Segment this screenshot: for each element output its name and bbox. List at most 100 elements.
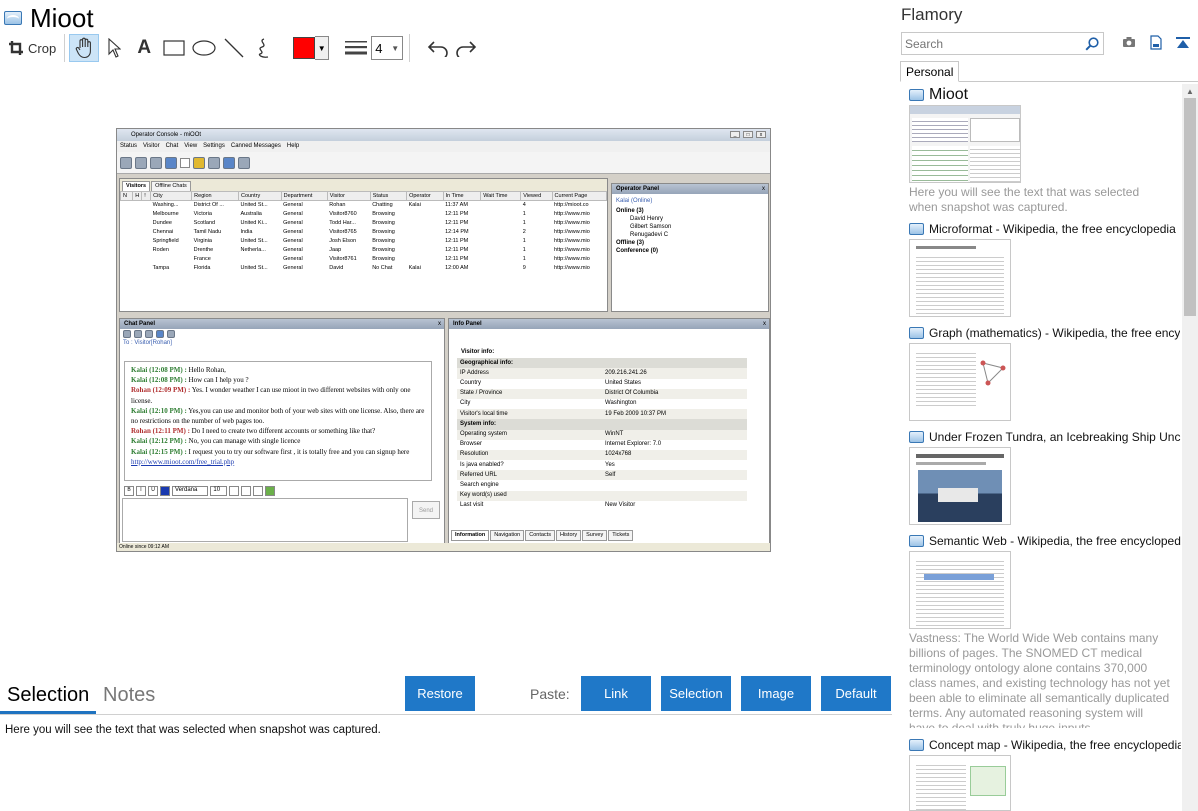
smiley-icon [229, 486, 240, 496]
table-cell: http://www.mio [554, 228, 590, 235]
table-cell [481, 201, 521, 210]
webpage-icon [909, 89, 924, 101]
list-item[interactable]: Semantic Web - Wikipedia, the free encyc… [909, 533, 1181, 728]
oc-window-title-text: Operator Console - miOOt [131, 132, 202, 138]
list-item[interactable]: Mioot Here you will see the text that wa… [909, 87, 1181, 215]
thumb-text [916, 762, 966, 810]
tool-icon [253, 486, 264, 496]
tool-icon [265, 486, 276, 496]
divider [0, 714, 892, 715]
oc-menu-item: Help [286, 143, 300, 149]
ellipse-icon [192, 40, 216, 56]
table-cell: 1 [522, 246, 526, 253]
table-cell: 1 [522, 255, 526, 262]
undo-button[interactable] [424, 34, 452, 62]
annotation-toolbar: Crop A ▼ 4 ▼ [4, 33, 480, 63]
rectangle-tool-button[interactable] [159, 34, 189, 62]
list-item-header: Microformat - Wikipedia, the free encycl… [909, 221, 1181, 237]
table-cell: General [283, 246, 303, 253]
select-tool-button[interactable] [99, 34, 129, 62]
scroll-up-icon[interactable]: ▲ [1186, 87, 1194, 96]
table-row: State / Province District Of Columbia [457, 388, 747, 399]
tab-notes[interactable]: Notes [103, 684, 155, 707]
webpage-icon [909, 223, 924, 235]
info-key: Country [460, 380, 482, 387]
oc-window-buttons: _ □ x [730, 131, 766, 138]
chat-line: Rohan (12:09 PM) : Yes. I wonder weather… [131, 385, 425, 405]
table-cell: http://www.mio [554, 246, 590, 253]
info-key: Last visit [460, 502, 484, 509]
table-cell [142, 201, 151, 210]
paste-image-button[interactable]: Image [741, 676, 811, 711]
paste-default-button[interactable]: Default [821, 676, 891, 711]
table-cell: Visitor8761 [329, 255, 357, 262]
redo-icon [456, 41, 477, 57]
search-box[interactable] [901, 32, 1104, 55]
document-icon[interactable] [1150, 35, 1162, 50]
tab-personal[interactable]: Personal [900, 61, 959, 82]
tab-selection[interactable]: Selection [7, 684, 89, 707]
table-cell [121, 201, 133, 210]
table-row: Country United States [457, 379, 747, 389]
info-key: Search engine [460, 481, 499, 488]
list-item[interactable]: Concept map - Wikipedia, the free encycl… [909, 737, 1181, 811]
list-item[interactable]: Graph (mathematics) - Wikipedia, the fre… [909, 325, 1181, 421]
save-icon [156, 330, 164, 338]
table-cell [407, 255, 444, 264]
editor-pane: Mioot Crop A ▼ 4 ▼ Operator Console - mi… [0, 0, 892, 811]
info-value: WinNT [602, 429, 747, 440]
crop-button[interactable]: Crop [4, 34, 60, 62]
paste-selection-button[interactable]: Selection [661, 676, 731, 711]
table-cell [481, 237, 521, 246]
oc-column-header: Country [237, 191, 282, 201]
table-cell [142, 219, 151, 228]
table-cell: 1 [522, 219, 526, 226]
table-cell: General [283, 255, 303, 262]
line-width-select[interactable]: 4 ▼ [371, 36, 404, 60]
table-cell: David [329, 264, 344, 271]
oc-column-header: Operator [406, 191, 444, 201]
restore-button[interactable]: Restore [405, 676, 475, 711]
color-dropdown-button[interactable]: ▼ [315, 36, 330, 60]
color-swatch[interactable] [293, 37, 316, 59]
hand-tool-button[interactable] [69, 34, 100, 62]
list-item-header: Graph (mathematics) - Wikipedia, the fre… [909, 325, 1181, 341]
line-tool-button[interactable] [219, 34, 249, 62]
table-cell: http://www.mio [554, 219, 590, 226]
table-cell [142, 237, 151, 246]
collapse-top-icon[interactable] [1175, 36, 1191, 50]
line-width-icon [343, 34, 369, 62]
ellipse-tool-button[interactable] [189, 34, 219, 62]
oc-tab: Offline Chats [151, 181, 191, 191]
paste-link-button[interactable]: Link [581, 676, 651, 711]
text-tool-button[interactable]: A [129, 34, 159, 62]
oc-info-table: Geographical info: IP Address 209.216.241.… [457, 358, 747, 511]
table-cell: District Of ... [193, 201, 224, 208]
table-cell: Chennai [152, 228, 174, 235]
bold-icon: B [124, 486, 134, 496]
captured-screenshot[interactable]: Operator Console - miOOt _ □ x Status Visi… [116, 128, 771, 552]
table-cell: General [283, 228, 303, 235]
camera-icon[interactable] [1122, 36, 1136, 48]
item-thumbnail [909, 105, 1021, 183]
oc-chat-toolbar [120, 329, 444, 340]
list-item[interactable]: Microformat - Wikipedia, the free encycl… [909, 221, 1181, 317]
oc-format-bar: B I U Verdana 10 [124, 486, 276, 496]
users-icon [165, 156, 177, 169]
item-thumbnail [909, 343, 1011, 421]
oc-size-select: 10 [210, 486, 228, 496]
info-value: Yes [605, 461, 615, 468]
info-key: State / Province [457, 388, 602, 399]
search-icon[interactable] [1085, 37, 1099, 51]
table-row: Springfield Virginia United St... General Jo… [121, 237, 607, 246]
info-value: 19 Feb 2009 10:37 PM [602, 409, 747, 420]
redo-button[interactable] [452, 34, 480, 62]
selection-text[interactable]: Here you will see the text that was sele… [5, 724, 381, 736]
color-picker[interactable]: ▼ [293, 36, 330, 60]
search-input[interactable] [905, 36, 1085, 51]
list-item[interactable]: Under Frozen Tundra, an Icebreaking Ship… [909, 429, 1181, 525]
scrollbar-thumb[interactable] [1184, 98, 1196, 316]
table-cell: United Ki... [240, 219, 268, 226]
table-row: Dundee Scotland United Ki... General Todd Ha… [121, 219, 607, 228]
freehand-tool-button[interactable] [249, 34, 279, 62]
